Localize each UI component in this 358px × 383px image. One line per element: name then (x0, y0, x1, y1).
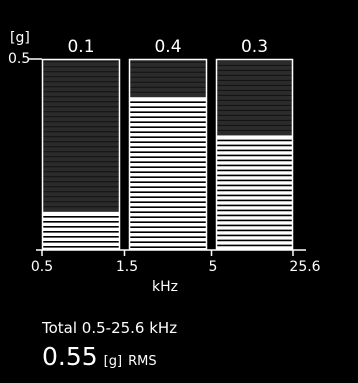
total-range-label: Total 0.5-25.6 kHz (42, 319, 178, 337)
band-value-label: 0.4 (154, 37, 181, 57)
band-value-label: 0.1 (67, 37, 94, 57)
band-rms-chart: [g] 0.5 0.1 0.4 0.3 0.5 1.5 5 25.6 kHz (8, 30, 321, 295)
band-bar-1.5-5 (128, 58, 208, 251)
x-tick-label: 5 (209, 259, 218, 275)
x-tick-label: 0.5 (31, 259, 53, 275)
x-axis-label: kHz (152, 279, 178, 295)
y-unit-label: [g] (10, 30, 30, 46)
band-bar-empty (129, 59, 207, 98)
x-tick-label: 25.6 (289, 259, 320, 275)
bars-group: 0.1 0.4 0.3 (41, 37, 294, 251)
band-bar-0.5-1.5 (41, 58, 121, 251)
total-readout: 0.55 [g] RMS (42, 342, 157, 371)
band-bar-fill (216, 135, 293, 250)
total-unit-label: [g] (103, 354, 123, 369)
vibration-panel: [g] 0.5 0.1 0.4 0.3 0.5 1.5 5 25.6 kHz Total … (0, 0, 358, 383)
total-rms-value: 0.55 (42, 342, 98, 371)
y-max-tick-label: 0.5 (8, 51, 30, 67)
x-tick-label: 1.5 (116, 259, 138, 275)
band-bar-5-25.6 (215, 58, 294, 251)
total-measure-label: RMS (128, 354, 157, 369)
band-value-label: 0.3 (241, 37, 268, 57)
